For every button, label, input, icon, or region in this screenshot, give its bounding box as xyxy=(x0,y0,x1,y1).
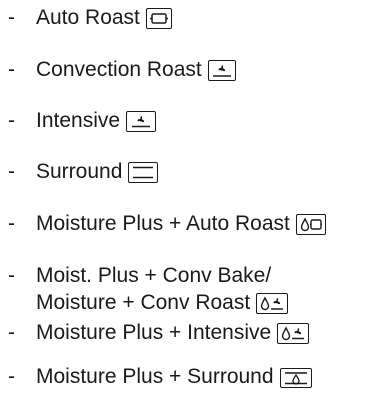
bullet-dash: - xyxy=(8,58,15,81)
item-label: Convection Roast xyxy=(36,58,202,81)
item-label: Intensive xyxy=(36,109,121,132)
item-text: Moisture Plus + Surround xyxy=(36,363,312,390)
moisture-conv-roast-icon xyxy=(256,293,289,314)
bullet-dash: - xyxy=(8,212,15,235)
surround-icon xyxy=(128,162,159,183)
moisture-surround-icon xyxy=(279,367,312,388)
item-label: Moisture Plus + Intensive xyxy=(36,321,272,344)
item-label-line-2: Moisture + Conv Roast xyxy=(36,291,251,314)
list-item-surround: - Surround xyxy=(8,158,159,185)
bullet-dash: - xyxy=(8,160,15,183)
item-text: Moisture Plus + Intensive xyxy=(36,319,310,346)
intensive-icon xyxy=(126,111,157,132)
item-text: Moisture Plus + Auto Roast xyxy=(36,210,326,237)
item-label: Auto Roast xyxy=(36,6,140,29)
bullet-dash: - xyxy=(8,365,15,388)
bullet-dash: - xyxy=(8,109,15,132)
bullet-dash: - xyxy=(8,6,15,29)
bullet-dash: - xyxy=(8,264,15,287)
moisture-intensive-icon xyxy=(277,323,310,344)
convection-roast-icon xyxy=(207,60,236,81)
item-label: Moisture Plus + Auto Roast xyxy=(36,212,290,235)
item-text: Moist. Plus + Conv Bake/ Moisture + Conv… xyxy=(36,262,289,316)
item-text: Convection Roast xyxy=(36,56,236,83)
list-item-convection-roast: - Convection Roast xyxy=(8,56,236,83)
list-item-intensive: - Intensive xyxy=(8,107,157,134)
list-item-moisture-plus-auto-roast: - Moisture Plus + Auto Roast xyxy=(8,210,326,237)
moisture-auto-roast-icon xyxy=(295,214,326,235)
list-item-moisture-plus-surround: - Moisture Plus + Surround xyxy=(8,363,312,390)
auto-roast-icon xyxy=(145,8,172,29)
item-text: Surround xyxy=(36,158,159,185)
item-text: Intensive xyxy=(36,107,157,134)
list-item-moist-plus-conv-bake: - Moist. Plus + Conv Bake/ Moisture + Co… xyxy=(8,262,289,316)
list-item-auto-roast: - Auto Roast xyxy=(8,4,172,31)
item-label: Moisture Plus + Surround xyxy=(36,365,274,388)
item-label: Surround xyxy=(36,160,123,183)
item-text: Auto Roast xyxy=(36,4,172,31)
bullet-dash: - xyxy=(8,321,15,344)
item-label-line-1: Moist. Plus + Conv Bake/ xyxy=(36,264,272,287)
list-item-moisture-plus-intensive: - Moisture Plus + Intensive xyxy=(8,319,310,346)
